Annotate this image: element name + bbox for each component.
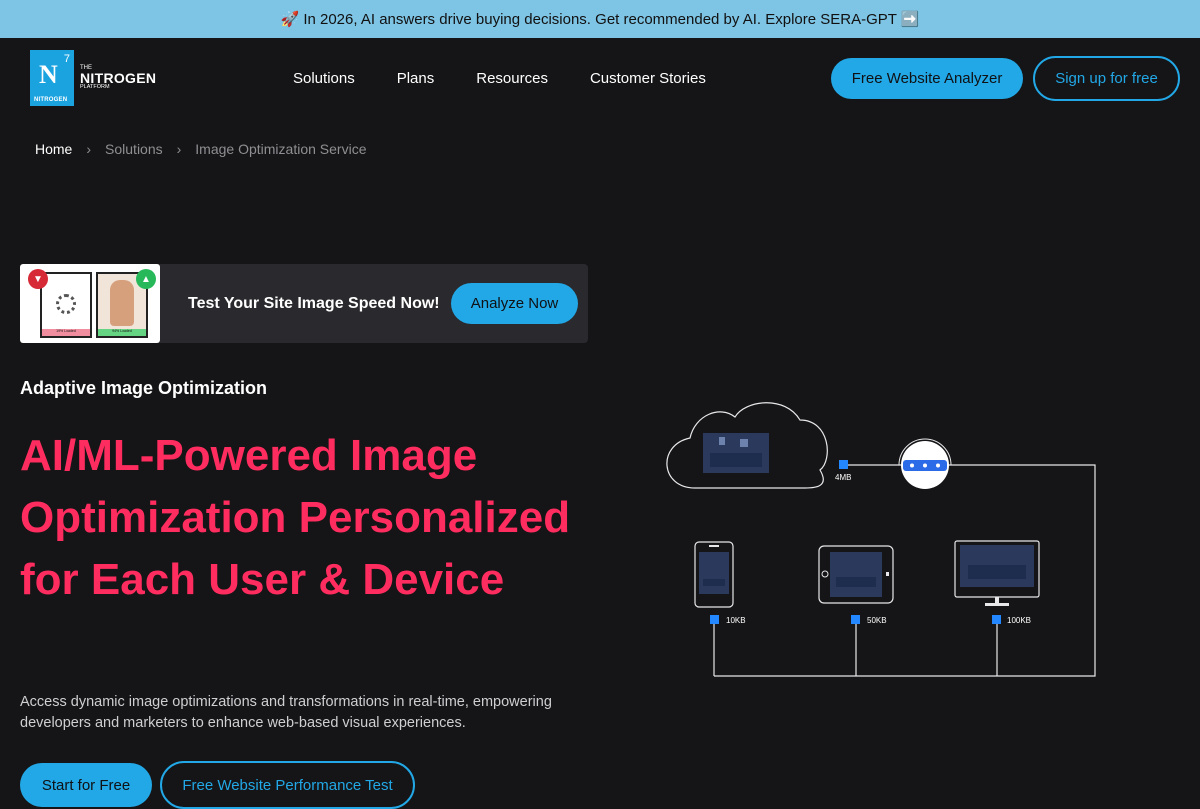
desktop-icon: [954, 540, 1040, 606]
thumbs-down-icon: ▼: [28, 269, 48, 289]
desktop-node-icon: [992, 615, 1001, 624]
logo-superscript: 7: [63, 53, 70, 65]
phone-size-label: 10KB: [726, 616, 746, 625]
nav-customer-stories[interactable]: Customer Stories: [590, 70, 706, 87]
breadcrumb: Home › Solutions › Image Optimization Se…: [35, 141, 366, 157]
source-size-label: 4MB: [835, 473, 851, 482]
desktop-size-label: 100KB: [1007, 616, 1031, 625]
logo-mark: N 7 NITROGEN: [30, 50, 74, 106]
logo-platform: PLATFORM: [80, 84, 110, 91]
loading-spinner-icon: [56, 294, 76, 314]
hero-description: Access dynamic image optimizations and t…: [20, 694, 552, 731]
chevron-right-icon: ›: [176, 141, 182, 157]
sign-up-button[interactable]: Sign up for free: [1033, 56, 1180, 101]
breadcrumb-current: Image Optimization Service: [195, 141, 367, 157]
image-speed-promo: 19% Loaded 94% Loaded ▼ ▲ Test Your Site…: [20, 264, 588, 343]
cloud-icon: [666, 402, 828, 489]
main-nav: Solutions Plans Resources Customer Stori…: [293, 70, 706, 87]
tablet-node-icon: [851, 615, 860, 624]
person-photo: [110, 280, 134, 326]
breadcrumb-home[interactable]: Home: [35, 141, 72, 157]
breadcrumb-solutions[interactable]: Solutions: [105, 141, 163, 157]
analyze-now-button[interactable]: Analyze Now: [451, 283, 578, 324]
logo-mark-caption: NITROGEN: [34, 97, 68, 103]
fast-load-caption: 94% Loaded: [98, 329, 146, 336]
optimizer-engine-icon: [898, 438, 952, 489]
logo-letter: N: [39, 60, 58, 89]
tablet-size-label: 50KB: [867, 616, 887, 625]
tablet-icon: [818, 545, 894, 604]
optimization-diagram: 4MB 10KB 50KB 100KB: [666, 402, 1096, 677]
source-node-icon: [839, 460, 848, 469]
nav-solutions[interactable]: Solutions: [293, 70, 355, 87]
hero-eyebrow: Adaptive Image Optimization: [20, 378, 268, 398]
slow-load-caption: 19% Loaded: [42, 329, 90, 336]
nav-resources[interactable]: Resources: [476, 70, 548, 87]
free-website-analyzer-button[interactable]: Free Website Analyzer: [831, 58, 1023, 99]
announcement-bar[interactable]: 🚀 In 2026, AI answers drive buying decis…: [0, 0, 1200, 38]
announcement-text[interactable]: 🚀 In 2026, AI answers drive buying decis…: [280, 10, 919, 28]
site-logo[interactable]: N 7 NITROGEN THE NITROGEN PLATFORM: [30, 50, 156, 106]
logo-name: NITROGEN: [80, 70, 157, 87]
nav-plans[interactable]: Plans: [397, 70, 435, 87]
hero-headline: AI/ML-Powered Image Optimization Persona…: [20, 431, 571, 604]
slow-image-preview: 19% Loaded: [40, 272, 92, 338]
free-performance-test-button[interactable]: Free Website Performance Test: [160, 761, 415, 809]
phone-node-icon: [710, 615, 719, 624]
site-header: N 7 NITROGEN THE NITROGEN PLATFORM Solut…: [0, 38, 1200, 120]
promo-thumbnail: 19% Loaded 94% Loaded ▼ ▲: [20, 264, 160, 343]
chevron-right-icon: ›: [86, 141, 92, 157]
logo-wordmark: THE NITROGEN PLATFORM: [80, 65, 156, 91]
promo-text: Test Your Site Image Speed Now!: [188, 295, 440, 312]
thumbs-up-icon: ▲: [136, 269, 156, 289]
start-for-free-button[interactable]: Start for Free: [20, 763, 152, 807]
phone-icon: [694, 541, 734, 608]
